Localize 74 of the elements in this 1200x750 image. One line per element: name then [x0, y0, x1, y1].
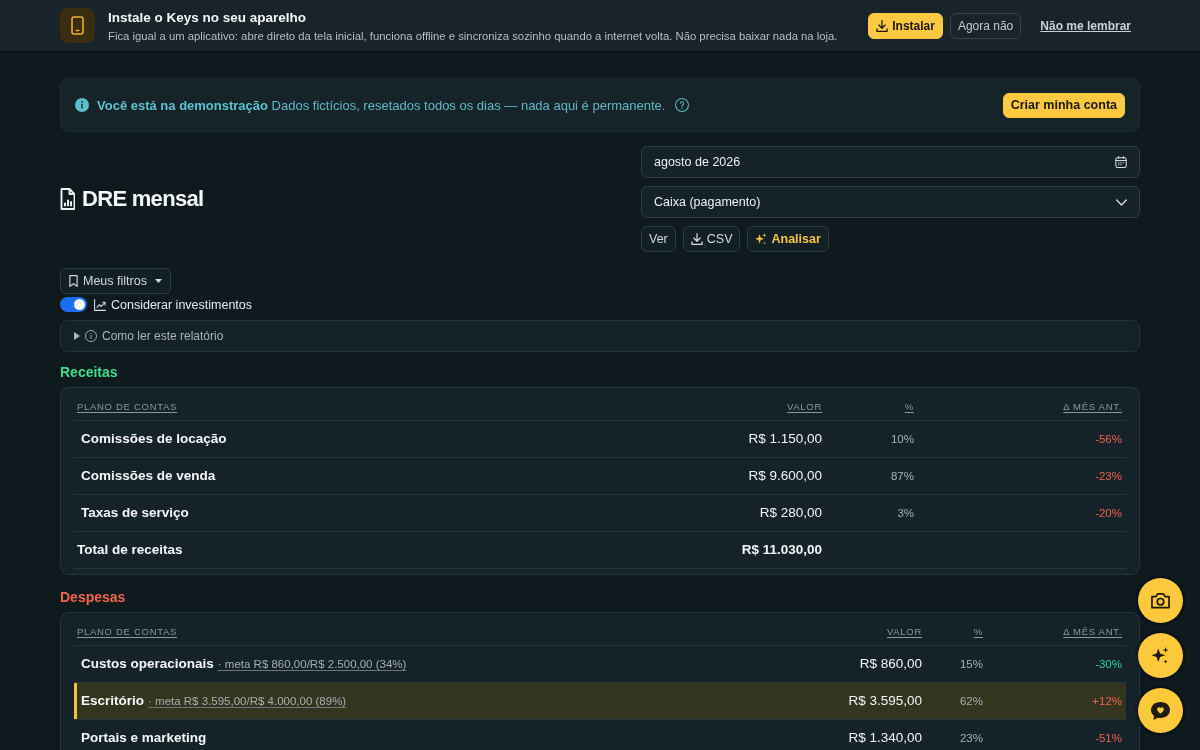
account-label: Portais e marketing [81, 730, 207, 746]
banner-description: Fica igual a um aplicativo: abre direto da tela inicial, funciona offline e sincroniza sozinho quando a internet volta. Não precisa baixar nada na loja. [108, 29, 839, 42]
column-header[interactable]: VALOR [887, 625, 922, 637]
investments-toggle[interactable] [60, 297, 87, 312]
camera-icon [1151, 592, 1170, 609]
column-header[interactable]: % [904, 400, 914, 412]
view-button[interactable]: Ver [641, 226, 676, 252]
change-value: -30% [1095, 658, 1122, 670]
analyze-button[interactable]: Analisar [747, 226, 829, 252]
chat-button[interactable] [1138, 688, 1183, 733]
budget-note: · meta R$ 860,00/R$ 2.500,00 (34%) [217, 658, 407, 670]
report-help-disclosure[interactable]: Como ler este relatório [60, 320, 1140, 352]
saved-filters-button[interactable]: Meus filtros [60, 268, 171, 294]
install-button[interactable]: Instalar [868, 12, 943, 39]
share-value: 3% [897, 507, 914, 519]
account-label: Comissões de venda [81, 468, 216, 484]
column-header[interactable]: Δ MÊS ANT. [1063, 400, 1122, 412]
banner-title: Instale o Keys no seu aparelho [108, 9, 308, 25]
column-header[interactable]: PLANO DE CONTAS [77, 400, 178, 412]
download-icon [876, 19, 889, 32]
never-remind-link[interactable]: Não me lembrar [1035, 12, 1136, 39]
info-icon [75, 98, 89, 112]
change-value: -56% [1095, 433, 1122, 445]
sparkle-icon [1151, 647, 1170, 664]
amount-value: R$ 9.600,00 [748, 468, 822, 484]
total-label: Total de receitas [77, 542, 183, 558]
column-header[interactable]: VALOR [787, 400, 822, 412]
caret-icon [154, 279, 162, 283]
share-value: 23% [959, 732, 983, 744]
sparkle-icon [755, 233, 768, 245]
total-amount: R$ 11.030,00 [741, 542, 822, 558]
help-icon[interactable] [675, 98, 690, 112]
section-title: Receitas [60, 364, 119, 380]
account-label: Escritório [81, 693, 145, 709]
chevron-down-icon [1116, 198, 1127, 206]
bookmark-icon [69, 275, 78, 287]
info-icon [85, 330, 97, 342]
basis-select[interactable]: Caixa (pagamento) [641, 186, 1140, 218]
amount-value: R$ 3.595,00 [848, 693, 922, 709]
page-title: DRE mensal [82, 186, 204, 212]
section-title: Despesas [60, 589, 127, 605]
calendar-icon[interactable] [1115, 156, 1127, 168]
account-label: Custos operacionais [81, 656, 214, 672]
chart-line-icon [94, 298, 106, 311]
toggle-label: Considerar investimentos [111, 297, 253, 312]
change-value: +12% [1092, 695, 1122, 707]
amount-value: R$ 1.340,00 [848, 730, 922, 746]
camera-button[interactable] [1138, 578, 1183, 623]
report-icon [60, 188, 75, 210]
demo-notice-text: Você está na demonstração Dados fictícios, resetados todos os dias — nada aqui é permanente. [97, 97, 666, 113]
budget-note: · meta R$ 3.595,00/R$ 4.000,00 (89%) [148, 695, 347, 707]
column-header[interactable]: % [973, 625, 983, 637]
column-header[interactable]: PLANO DE CONTAS [77, 625, 178, 637]
amount-value: R$ 1.150,00 [748, 431, 822, 447]
amount-value: R$ 860,00 [859, 656, 922, 672]
chat-icon [1151, 701, 1170, 720]
change-value: -20% [1095, 507, 1122, 519]
change-value: -51% [1095, 732, 1122, 744]
account-label: Comissões de locação [81, 431, 227, 447]
month-field[interactable]: agosto de 2026 [641, 146, 1140, 178]
account-label: Taxas de serviço [81, 505, 189, 521]
share-value: 62% [959, 695, 983, 707]
dismiss-button[interactable]: Agora não [949, 12, 1022, 39]
column-header[interactable]: Δ MÊS ANT. [1063, 625, 1122, 637]
csv-button[interactable]: CSV [682, 226, 741, 252]
change-value: -23% [1095, 470, 1122, 482]
amount-value: R$ 280,00 [759, 505, 822, 521]
download-icon [690, 233, 703, 245]
assistant-button[interactable] [1138, 633, 1183, 678]
share-value: 87% [890, 470, 914, 482]
phone-icon [60, 8, 95, 43]
share-value: 15% [959, 658, 983, 670]
share-value: 10% [890, 433, 914, 445]
create-account-button[interactable]: Criar minha conta [1002, 92, 1125, 118]
